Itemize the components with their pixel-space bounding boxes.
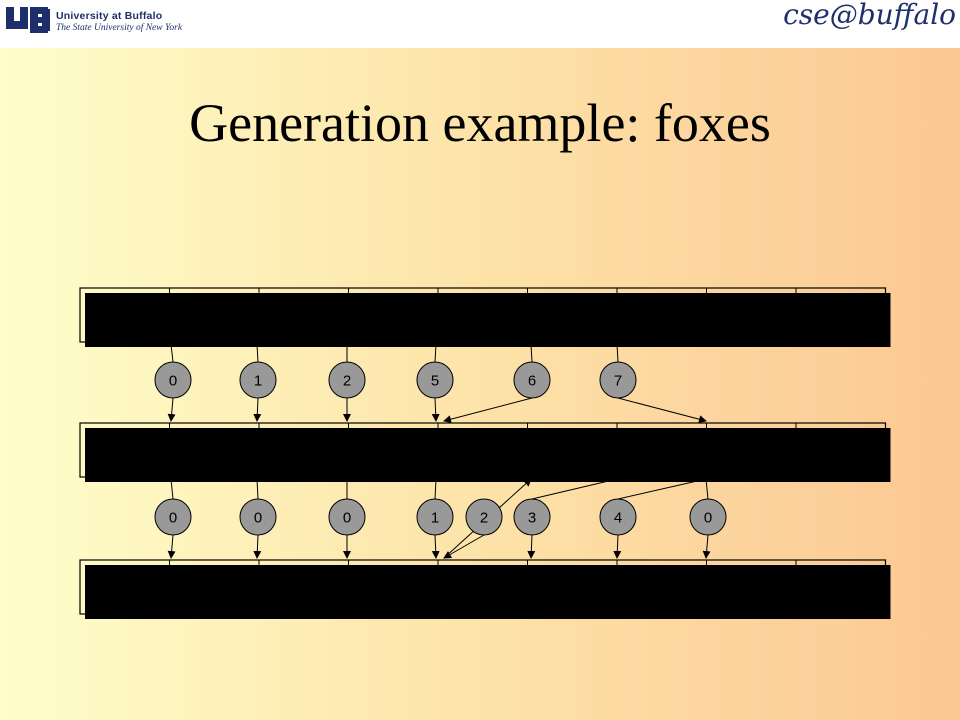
alignment-arrow <box>617 397 707 424</box>
alignment-arrow <box>253 534 262 559</box>
index-label: 7 <box>614 373 622 390</box>
tape-cell-symbol: # <box>654 432 670 468</box>
index-marker: 5 <box>416 361 454 399</box>
index-label: 6 <box>528 373 536 390</box>
index-marker: 7 <box>599 361 637 399</box>
index-label: 0 <box>704 510 712 527</box>
index-marker: 0 <box>328 498 366 536</box>
tape-cell-symbol: +N <box>462 297 503 333</box>
alignment-arrow <box>167 397 176 422</box>
index-marker: 0 <box>154 498 192 536</box>
alignment-arrow <box>702 534 711 559</box>
tape-cell-symbol: f <box>209 569 220 605</box>
index-marker: 1 <box>416 498 454 536</box>
alignment-arrow <box>167 534 176 559</box>
index-marker: 2 <box>328 361 366 399</box>
alignment-arrow <box>527 534 536 559</box>
index-label: 5 <box>431 373 439 390</box>
alignment-arrow <box>613 534 622 559</box>
alignment-diagram: f o x +N +PL f o x ^ s # f o x e s 0 1 2 5 6 7 0 0 0 1 2 3 4 0 <box>79 287 891 619</box>
tape-cell-symbol: o <box>296 432 312 468</box>
alignment-arrow <box>431 534 440 559</box>
tape-cell-symbol: o <box>296 569 312 605</box>
tape-cell-symbol: x <box>385 569 401 605</box>
index-marker: 3 <box>513 498 551 536</box>
tape-cell-symbol: f <box>209 297 220 333</box>
index-label: 4 <box>614 510 622 527</box>
alignment-arrow <box>253 397 262 422</box>
index-marker: 0 <box>689 498 727 536</box>
tape-cell-symbol: e <box>476 569 490 605</box>
alignment-arrow <box>431 397 440 422</box>
tape-cell-symbol: s <box>566 569 578 605</box>
tape-cell-symbol: x <box>385 297 401 333</box>
index-marker: 0 <box>239 498 277 536</box>
tape-cell-symbol: f <box>209 432 220 468</box>
index-marker: 6 <box>513 361 551 399</box>
index-label: 0 <box>169 373 177 390</box>
index-marker: 2 <box>465 498 503 536</box>
tape-cell-symbol: x <box>385 432 401 468</box>
tape-cell-symbol: +PL <box>545 297 600 333</box>
tape-cell-symbol: s <box>566 432 578 468</box>
index-marker: 1 <box>239 361 277 399</box>
index-marker: 0 <box>154 361 192 399</box>
slide: University at Buffalo The State Universi… <box>0 0 960 720</box>
tape-cell-symbol: ^ <box>475 432 490 468</box>
tape-row-2: f o x ^ s # <box>79 422 891 482</box>
index-label: 3 <box>528 510 536 527</box>
tape-cell-symbol: o <box>296 297 312 333</box>
index-label: 0 <box>254 510 262 527</box>
index-label: 1 <box>431 510 439 527</box>
alignment-arrow <box>443 534 485 559</box>
alignment-arrow <box>443 397 533 424</box>
index-marker: 4 <box>599 498 637 536</box>
index-label: 1 <box>254 373 262 390</box>
index-label: 2 <box>480 510 488 527</box>
index-label: 2 <box>343 373 351 390</box>
tape-row-1: f o x +N +PL <box>79 287 891 347</box>
index-label: 0 <box>169 510 177 527</box>
index-label: 0 <box>343 510 351 527</box>
tape-row-3: foxes <box>79 559 891 619</box>
